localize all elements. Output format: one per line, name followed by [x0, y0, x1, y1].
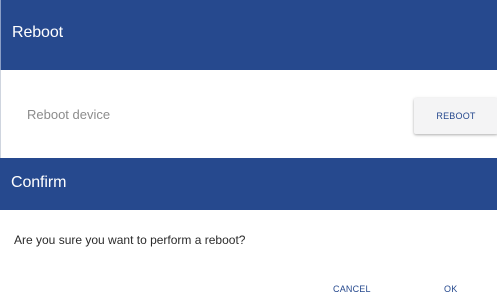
confirm-dialog: Confirm Are you sure you want to perform…: [0, 158, 497, 300]
confirm-dialog-header: Confirm: [0, 158, 497, 210]
confirm-dialog-title: Confirm: [11, 174, 67, 191]
reboot-button[interactable]: REBOOT: [414, 98, 497, 134]
reboot-panel-body: Reboot device REBOOT: [0, 70, 497, 158]
ok-button[interactable]: OK: [444, 283, 457, 295]
cancel-button[interactable]: CANCEL: [333, 283, 371, 295]
reboot-panel-title: Reboot: [12, 24, 63, 41]
reboot-device-label: Reboot device: [27, 107, 111, 122]
confirm-dialog-message: Are you sure you want to perform a reboo…: [14, 233, 246, 247]
reboot-panel-header: Reboot: [0, 0, 497, 70]
